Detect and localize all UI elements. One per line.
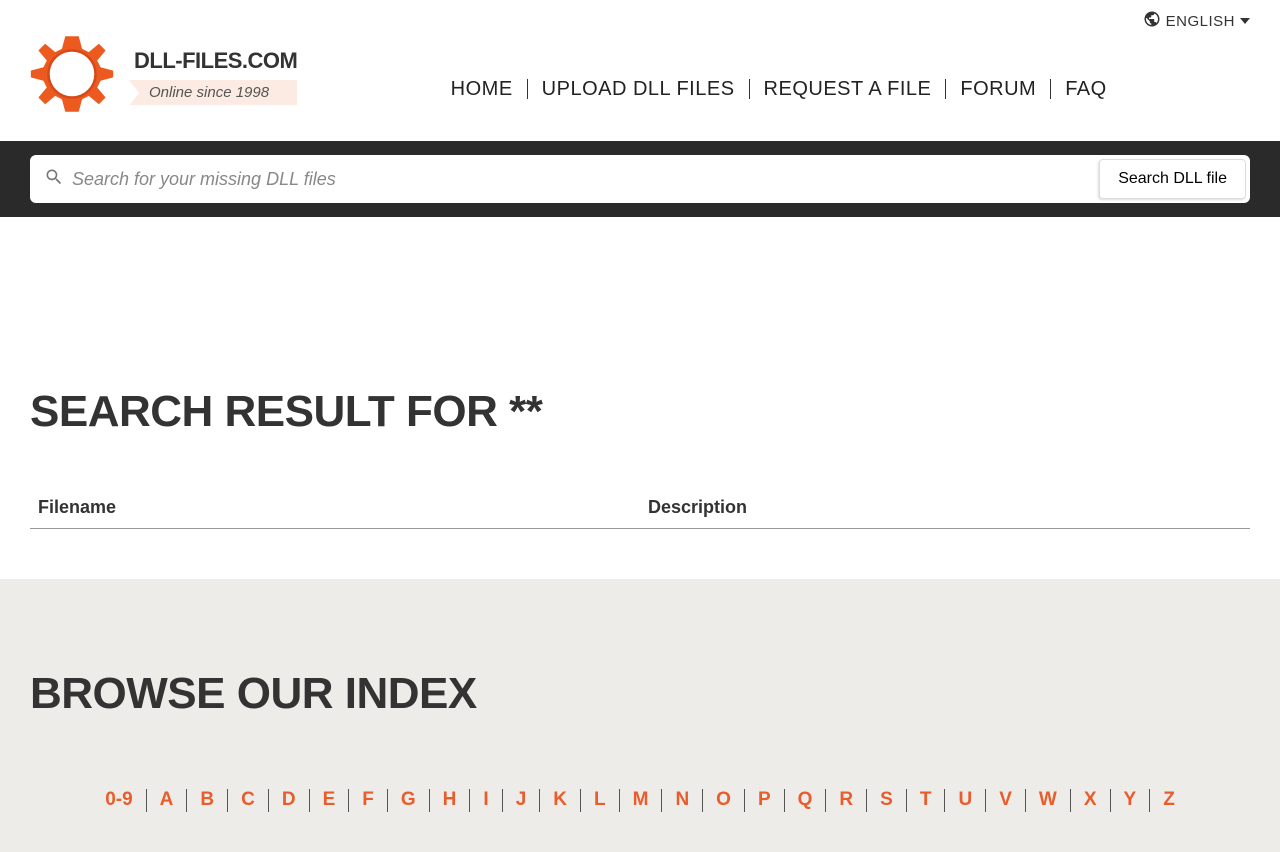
index-v[interactable]: V — [986, 789, 1026, 812]
index-d[interactable]: D — [269, 789, 310, 812]
index-w[interactable]: W — [1026, 789, 1071, 812]
index-z[interactable]: Z — [1150, 789, 1188, 812]
browse-title: BROWSE OUR INDEX — [30, 669, 1250, 719]
search-icon — [44, 167, 64, 192]
search-button[interactable]: Search DLL file — [1099, 159, 1246, 199]
page-title: SEARCH RESULT FOR ** — [30, 387, 1250, 437]
nav-faq[interactable]: FAQ — [1051, 79, 1121, 99]
index-p[interactable]: P — [745, 789, 785, 812]
nav-forum[interactable]: FORUM — [946, 79, 1051, 99]
index-i[interactable]: I — [470, 789, 502, 812]
nav-request[interactable]: REQUEST A FILE — [750, 79, 947, 99]
search-input[interactable] — [72, 157, 1087, 202]
index-j[interactable]: J — [503, 789, 541, 812]
index-q[interactable]: Q — [785, 789, 827, 812]
tagline: Online since 1998 — [129, 80, 297, 105]
nav-upload[interactable]: UPLOAD DLL FILES — [528, 79, 750, 99]
logo-icon[interactable] — [30, 32, 114, 121]
index-b[interactable]: B — [187, 789, 228, 812]
index-a[interactable]: A — [147, 789, 188, 812]
index-e[interactable]: E — [310, 789, 350, 812]
index-g[interactable]: G — [388, 789, 430, 812]
results-table: Filename Description — [30, 487, 1250, 529]
nav-home[interactable]: HOME — [437, 79, 528, 99]
index-u[interactable]: U — [945, 789, 986, 812]
site-title: DLL-FILES.COM — [134, 48, 297, 74]
index-c[interactable]: C — [228, 789, 269, 812]
index-list: 0-9 A B C D E F G H I J K L M N O P Q R … — [30, 789, 1250, 812]
index-s[interactable]: S — [867, 789, 907, 812]
index-o[interactable]: O — [703, 789, 745, 812]
index-t[interactable]: T — [907, 789, 946, 812]
index-y[interactable]: Y — [1111, 789, 1151, 812]
main-nav: HOME UPLOAD DLL FILES REQUEST A FILE FOR… — [307, 79, 1250, 99]
index-x[interactable]: X — [1071, 789, 1111, 812]
index-r[interactable]: R — [826, 789, 867, 812]
index-h[interactable]: H — [430, 789, 471, 812]
language-label: ENGLISH — [1166, 13, 1235, 30]
index-k[interactable]: K — [540, 789, 581, 812]
index-m[interactable]: M — [620, 789, 663, 812]
language-selector[interactable]: ENGLISH — [1143, 10, 1250, 32]
index-l[interactable]: L — [581, 789, 620, 812]
index-f[interactable]: F — [349, 789, 388, 812]
column-description: Description — [640, 487, 1250, 529]
caret-down-icon — [1240, 13, 1250, 30]
index-n[interactable]: N — [662, 789, 703, 812]
globe-icon — [1143, 10, 1161, 32]
index-0-9[interactable]: 0-9 — [92, 789, 146, 812]
column-filename: Filename — [30, 487, 640, 529]
